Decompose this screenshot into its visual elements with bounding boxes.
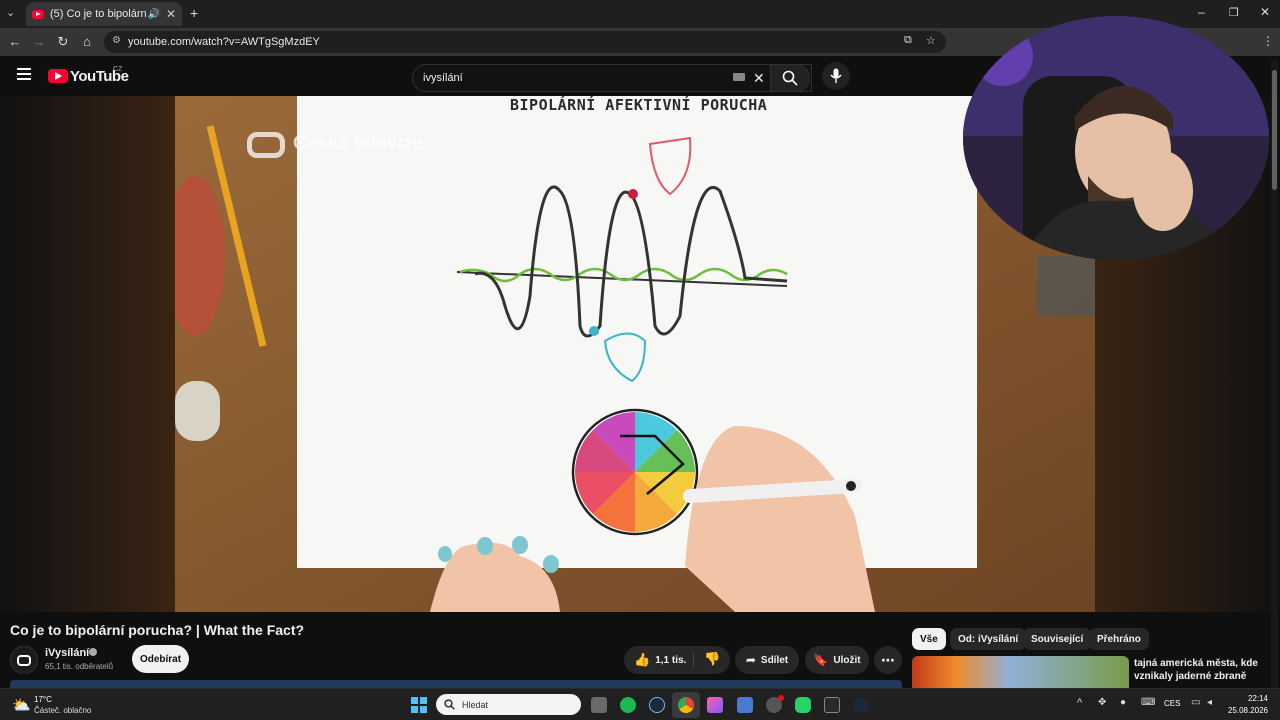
search-query: ivysílání [423,72,463,84]
save-app-icon[interactable] [737,697,753,713]
clock-date[interactable]: 25.08.2026 [1222,706,1268,715]
steam-icon[interactable] [649,697,665,713]
app-notification-icon[interactable] [766,695,784,713]
youtube-logo-icon[interactable] [48,69,68,83]
start-icon[interactable] [411,697,427,713]
weather-temp[interactable]: 17°C [34,695,52,704]
share-button[interactable]: ➦ Sdílet [735,646,799,674]
home-icon[interactable]: ⌂ [79,34,95,49]
photos-app-icon[interactable] [707,697,723,713]
microphone-icon [830,68,842,83]
search-button[interactable] [770,64,810,92]
new-tab-icon[interactable]: + [190,5,198,21]
streamer-picture [963,16,1269,260]
ct-logo-icon [247,132,285,158]
tray-app-icon[interactable]: ✥ [1098,697,1106,708]
task-view-icon[interactable] [591,697,607,713]
taskbar-search-icon [444,699,455,710]
save-button[interactable]: 🔖 Uložit [805,646,869,674]
windows-taskbar: ⛅ 17°C Částeč. oblačno Hledat ^ ✥ ● ⌨ CE… [0,688,1280,720]
like-dislike-group: 👍 1,1 tis. 👎 [624,646,730,674]
whiteboard-scene [175,96,1095,612]
bookmark-star-icon[interactable]: ☆ [926,34,936,47]
url-text: youtube.com/watch?v=AWTgSgMzdEY [128,36,320,48]
filter-chip-related[interactable]: Související [1023,628,1092,650]
channel-avatar[interactable] [10,646,38,674]
filter-chip-channel[interactable]: Od: iVysílání [950,628,1027,650]
spotify-icon[interactable] [620,697,636,713]
share-label: Sdílet [760,654,789,666]
webcam-overlay [963,16,1269,260]
tray-chevron-icon[interactable]: ^ [1077,697,1082,709]
clock-time[interactable]: 22:14 [1228,694,1268,703]
subscriber-count: 65,1 tis. odběratelů [45,662,114,671]
site-info-icon[interactable]: ⚙ [112,35,121,46]
steam-icon-2[interactable] [853,697,869,713]
video-title: Co je to bipolární porucha? | What the F… [10,622,305,638]
more-actions-button[interactable]: ⋯ [874,646,902,674]
voice-search-button[interactable] [822,62,850,90]
save-icon: 🔖 [813,653,829,667]
reload-icon[interactable]: ↻ [55,34,71,50]
description-box[interactable] [10,680,902,688]
chrome-icon[interactable] [678,697,694,713]
share-icon: ➦ [745,653,756,667]
video-blur-left [0,96,175,612]
recommendation-title[interactable]: tajná americká města, kde vznikaly jader… [1134,657,1269,683]
weather-icon[interactable]: ⛅ [12,696,31,714]
weather-desc[interactable]: Částeč. oblačno [34,706,91,715]
forward-icon[interactable]: → [31,34,47,49]
dislike-icon[interactable]: 👎 [704,651,720,667]
like-count[interactable]: 1,1 tis. [655,655,686,666]
like-divider [693,652,694,668]
maximize-icon[interactable]: ❐ [1229,6,1239,19]
filter-chip-watched[interactable]: Přehráno [1089,628,1149,650]
taskbar-search-placeholder: Hledat [462,699,489,710]
page-scrollbar[interactable] [1271,60,1278,688]
taskbar-search[interactable]: Hledat [436,694,581,715]
subscribe-button[interactable]: Odebírat [132,645,189,673]
search-input[interactable]: ivysílání ✕ [412,64,812,92]
close-tab-icon[interactable]: ✕ [166,7,176,21]
region-code: CZ [113,66,123,73]
hamburger-menu-icon[interactable] [17,68,31,80]
recommendation-thumbnail[interactable] [912,656,1129,688]
save-label: Uložit [833,654,861,666]
youtube-favicon-icon [32,9,44,19]
back-icon[interactable]: ← [7,34,23,49]
channel-name[interactable]: iVysílání [45,647,89,659]
epic-games-icon[interactable] [824,697,840,713]
search-icon [782,70,798,86]
network-icon[interactable]: ▭ [1191,697,1200,708]
like-icon[interactable]: 👍 [634,652,650,668]
volume-icon[interactable]: ◂ [1207,697,1212,708]
tray-keyboard-icon[interactable]: ⌨ [1141,697,1155,708]
speaker-icon[interactable]: 🔊 [147,9,159,20]
whiteboard-title: BIPOLÁRNÍ AFEKTIVNÍ PORUCHA [510,96,768,114]
browser-tab[interactable]: (5) Co je to bipolární poruc 🔊 ✕ [26,2,182,26]
channel-watermark: Česká televize [293,133,423,154]
video-frame[interactable]: BIPOLÁRNÍ AFEKTIVNÍ PORUCHA Česká televi… [175,96,1095,612]
tray-mic-icon[interactable]: ● [1120,697,1126,708]
menu-dots-icon[interactable]: ⋮ [1262,34,1274,48]
filter-chip-all[interactable]: Vše [912,628,946,650]
close-window-icon[interactable]: ✕ [1260,5,1270,19]
url-field[interactable]: ⚙ youtube.com/watch?v=AWTgSgMzdEY ⧉ ☆ [104,31,946,53]
minimize-icon[interactable]: – [1198,5,1205,19]
scrollbar-thumb[interactable] [1272,70,1277,190]
whatsapp-icon[interactable] [795,697,811,713]
install-app-icon[interactable]: ⧉ [904,34,912,47]
keyboard-icon[interactable] [733,73,745,81]
tab-list-icon[interactable]: ⌄ [6,6,15,19]
verified-icon [89,648,97,656]
tab-title: (5) Co je to bipolární poruc [50,8,148,20]
clear-search-icon[interactable]: ✕ [753,70,765,87]
language-indicator[interactable]: CES [1164,699,1180,708]
